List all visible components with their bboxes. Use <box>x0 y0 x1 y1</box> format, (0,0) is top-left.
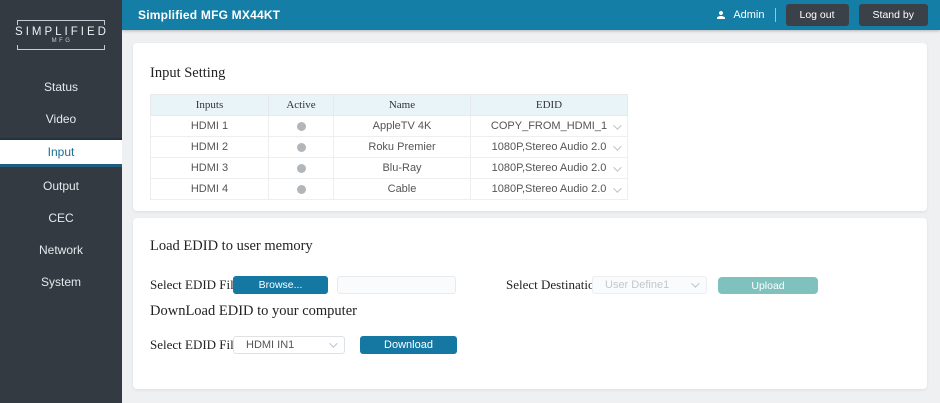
table-row: HDMI 1 AppleTV 4K COPY_FROM_HDMI_1 <box>151 116 628 137</box>
select-destination-label: Select Destination: <box>506 277 605 293</box>
chevron-down-icon <box>613 142 621 150</box>
chevron-down-icon <box>613 184 621 192</box>
active-indicator-icon <box>297 143 306 152</box>
edid-select[interactable]: 1080P,Stereo Audio 2.0 <box>471 162 627 174</box>
active-cell <box>269 158 334 179</box>
input-cell: HDMI 3 <box>151 158 269 179</box>
logo-text: SIMPLIFIED <box>2 26 122 38</box>
sidebar-item-status[interactable]: Status <box>0 74 122 100</box>
browse-button[interactable]: Browse... <box>233 276 328 294</box>
chevron-down-icon <box>691 279 699 287</box>
edid-select[interactable]: COPY_FROM_HDMI_1 <box>471 120 627 132</box>
active-cell <box>269 179 334 200</box>
download-source-select[interactable]: HDMI IN1 <box>233 336 345 354</box>
logo-bracket-bottom <box>17 45 105 50</box>
chevron-down-icon <box>613 163 621 171</box>
input-cell: HDMI 1 <box>151 116 269 137</box>
download-select-edid-file-label: Select EDID File: <box>150 337 243 353</box>
load-edid-title: Load EDID to user memory <box>150 238 313 255</box>
upload-button[interactable]: Upload <box>718 277 818 294</box>
input-cell: HDMI 4 <box>151 179 269 200</box>
active-indicator-icon <box>297 185 306 194</box>
download-edid-title: DownLoad EDID to your computer <box>150 303 357 320</box>
edid-file-input[interactable] <box>337 276 456 294</box>
edid-select[interactable]: 1080P,Stereo Audio 2.0 <box>471 141 627 153</box>
chevron-down-icon <box>329 339 337 347</box>
edid-cell: COPY_FROM_HDMI_1 <box>471 116 628 137</box>
name-cell: Blu-Ray <box>334 158 471 179</box>
sidebar-nav: Status Video Input Output CEC Network Sy… <box>0 74 122 295</box>
input-cell: HDMI 2 <box>151 137 269 158</box>
logo-bracket-top <box>17 20 105 25</box>
destination-select[interactable]: User Define1 <box>592 276 707 294</box>
user-icon <box>715 9 727 21</box>
input-setting-title: Input Setting <box>150 65 225 82</box>
active-indicator-icon <box>297 164 306 173</box>
sidebar-item-input[interactable]: Input <box>0 138 122 167</box>
divider <box>775 8 776 22</box>
sidebar-item-system[interactable]: System <box>0 269 122 295</box>
active-cell <box>269 137 334 158</box>
main-content: Input Setting Inputs Active Name EDID HD… <box>122 30 940 403</box>
sidebar-item-video[interactable]: Video <box>0 106 122 132</box>
name-cell: Roku Premier <box>334 137 471 158</box>
edid-select[interactable]: 1080P,Stereo Audio 2.0 <box>471 183 627 195</box>
download-button[interactable]: Download <box>360 336 457 354</box>
app-window: Simplified MFG MX44KT Admin Log out Stan… <box>0 0 940 403</box>
sidebar-item-output[interactable]: Output <box>0 173 122 199</box>
input-table: Inputs Active Name EDID HDMI 1 AppleTV 4… <box>150 94 628 200</box>
top-bar: Simplified MFG MX44KT Admin Log out Stan… <box>122 0 940 30</box>
edid-card: Load EDID to user memory Select EDID Fil… <box>133 218 927 389</box>
edid-value: COPY_FROM_HDMI_1 <box>491 120 607 132</box>
sidebar-item-network[interactable]: Network <box>0 237 122 263</box>
chevron-down-icon <box>613 121 621 129</box>
table-row: HDMI 3 Blu-Ray 1080P,Stereo Audio 2.0 <box>151 158 628 179</box>
logo-subtext: MFG <box>2 38 122 44</box>
app-title: Simplified MFG MX44KT <box>138 8 280 22</box>
sidebar-item-cec[interactable]: CEC <box>0 205 122 231</box>
column-header-active: Active <box>269 95 334 116</box>
active-cell <box>269 116 334 137</box>
edid-cell: 1080P,Stereo Audio 2.0 <box>471 179 628 200</box>
edid-value: 1080P,Stereo Audio 2.0 <box>492 162 607 174</box>
logo: SIMPLIFIED MFG <box>0 20 122 50</box>
edid-value: 1080P,Stereo Audio 2.0 <box>492 183 607 195</box>
logout-button[interactable]: Log out <box>786 4 849 26</box>
destination-value: User Define1 <box>605 279 669 291</box>
input-setting-card: Input Setting Inputs Active Name EDID HD… <box>133 43 927 211</box>
edid-cell: 1080P,Stereo Audio 2.0 <box>471 158 628 179</box>
select-edid-file-label: Select EDID File: <box>150 277 243 293</box>
edid-value: 1080P,Stereo Audio 2.0 <box>492 141 607 153</box>
top-bar-right: Admin Log out Stand by <box>715 4 928 26</box>
table-header-row: Inputs Active Name EDID <box>151 95 628 116</box>
column-header-inputs: Inputs <box>151 95 269 116</box>
column-header-name: Name <box>334 95 471 116</box>
edid-cell: 1080P,Stereo Audio 2.0 <box>471 137 628 158</box>
name-cell: Cable <box>334 179 471 200</box>
table-row: HDMI 2 Roku Premier 1080P,Stereo Audio 2… <box>151 137 628 158</box>
admin-label: Admin <box>733 9 764 21</box>
name-cell: AppleTV 4K <box>334 116 471 137</box>
table-row: HDMI 4 Cable 1080P,Stereo Audio 2.0 <box>151 179 628 200</box>
standby-button[interactable]: Stand by <box>859 4 928 26</box>
admin-menu[interactable]: Admin <box>715 9 764 21</box>
active-indicator-icon <box>297 122 306 131</box>
sidebar: SIMPLIFIED MFG Status Video Input Output… <box>0 0 122 403</box>
download-source-value: HDMI IN1 <box>246 339 294 351</box>
column-header-edid: EDID <box>471 95 628 116</box>
